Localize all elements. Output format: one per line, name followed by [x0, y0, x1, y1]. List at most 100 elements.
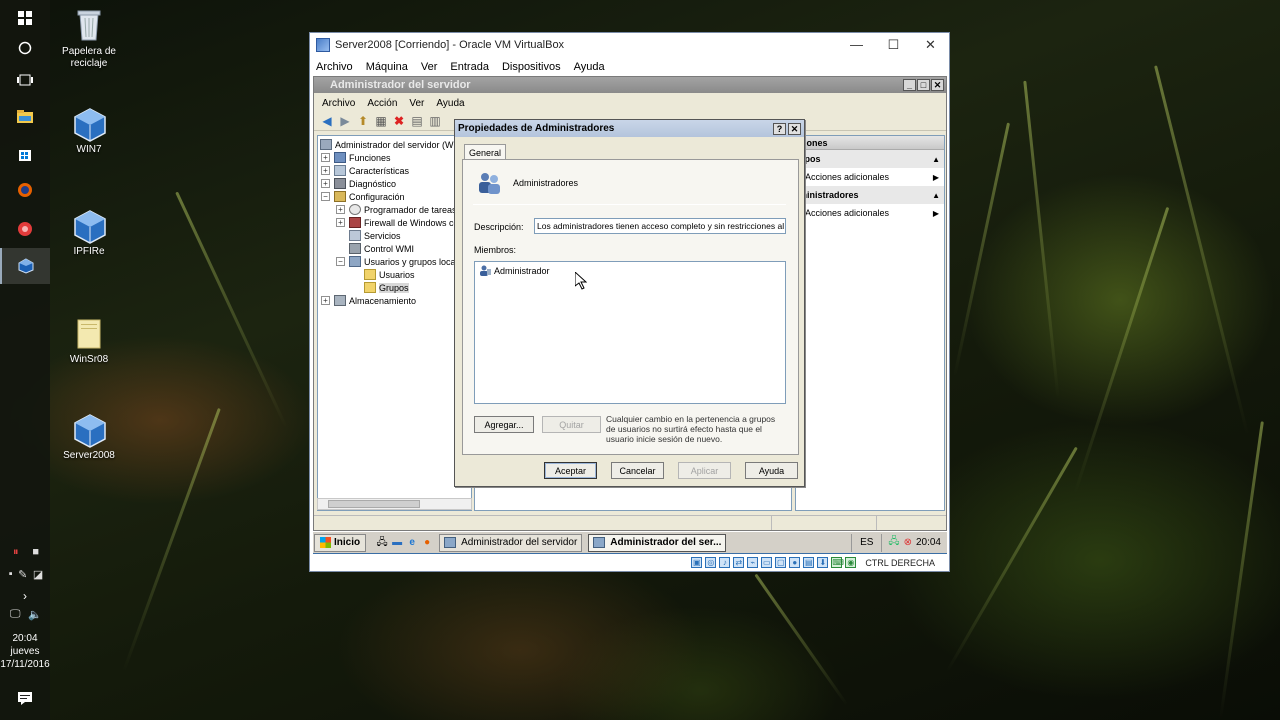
network-icon[interactable]: 🖧 — [888, 534, 899, 551]
server-manager-quick-icon[interactable]: 🖧 — [376, 537, 388, 549]
recorder-icon[interactable] — [0, 211, 50, 247]
minimize-icon[interactable]: — — [838, 37, 875, 53]
tree-item-caracteristicas[interactable]: + Características — [321, 164, 409, 177]
export-list-icon[interactable]: ▥ — [428, 115, 442, 128]
shared-folders-icon[interactable]: ▭ — [761, 557, 773, 568]
action-center-icon[interactable] — [0, 680, 50, 716]
vbox-title-bar[interactable]: Server2008 [Corriendo] - Oracle VM Virtu… — [310, 33, 949, 57]
audio-icon[interactable]: ♪ — [719, 557, 731, 568]
server-manager-title-bar[interactable]: Administrador del servidor _ □ ✕ — [314, 77, 946, 93]
expand-icon[interactable]: + — [321, 166, 330, 175]
keyboard-icon[interactable]: ⌨ — [831, 557, 844, 568]
actions-section-administrators[interactable]: ministradores ▲ — [796, 186, 944, 204]
expand-icon[interactable]: + — [336, 205, 345, 214]
menu-ver[interactable]: Ver — [421, 61, 438, 73]
tree-item-usuarios-grupos[interactable]: − Usuarios y grupos locale — [336, 255, 463, 268]
cancel-button[interactable]: Cancelar — [611, 462, 664, 479]
desktop-icon-recycle-bin[interactable]: Papelera de reciclaje — [49, 8, 129, 70]
expand-icon[interactable]: + — [321, 296, 330, 305]
language-indicator[interactable]: ES — [851, 533, 883, 552]
virtualization-icon[interactable]: ▤ — [803, 557, 815, 568]
expand-icon[interactable]: + — [321, 153, 330, 162]
tree-item-control-wmi[interactable]: Control WMI — [349, 242, 414, 255]
host-clock[interactable]: 20:04 jueves 17/11/2016 — [0, 632, 50, 671]
network-icon[interactable]: 🖵 — [10, 608, 21, 621]
hard-disk-icon[interactable]: ▣ — [691, 557, 703, 568]
menu-entrada[interactable]: Entrada — [450, 61, 489, 73]
description-field[interactable]: Los administradores tienen acceso comple… — [534, 218, 786, 234]
security-alert-icon[interactable]: ⊗ — [904, 537, 912, 548]
minimize-icon[interactable]: _ — [903, 79, 916, 91]
dialog-title-bar[interactable]: Propiedades de Administradores ? ✕ — [455, 120, 804, 137]
pause-record-icon[interactable]: ⏸ — [13, 546, 19, 559]
file-explorer-icon[interactable] — [0, 98, 50, 134]
add-button[interactable]: Agregar... — [474, 416, 534, 433]
task-view-icon[interactable] — [0, 62, 50, 98]
action-more-actions[interactable]: Acciones adicionales ▶ — [796, 168, 944, 186]
guest-task-server-manager-active[interactable]: Administrador del ser... — [588, 533, 727, 552]
up-folder-icon[interactable]: ⬆ — [356, 115, 370, 128]
video-capture-icon[interactable]: ● — [789, 557, 801, 568]
expand-icon[interactable]: + — [336, 218, 345, 227]
menu-ayuda[interactable]: Ayuda — [574, 61, 605, 73]
desktop-icon-server2008[interactable]: Server2008 — [49, 414, 129, 462]
remove-button[interactable]: Quitar — [542, 416, 601, 433]
cortana-search-icon[interactable] — [0, 30, 50, 66]
properties-icon[interactable]: ▤ — [410, 115, 424, 128]
apply-button[interactable]: Aplicar — [678, 462, 731, 479]
close-icon[interactable]: ✕ — [931, 79, 944, 91]
display-icon[interactable]: ▢ — [775, 557, 787, 568]
show-hide-tree-icon[interactable]: ▦ — [374, 115, 388, 128]
delete-icon[interactable]: ✖ — [392, 115, 406, 128]
guest-start-button[interactable]: Inicio — [314, 533, 367, 552]
usb-icon[interactable]: ⌁ — [747, 557, 759, 568]
virtualbox-taskbar-icon[interactable] — [0, 248, 50, 284]
collapse-up-icon[interactable]: ▲ — [932, 191, 940, 200]
show-desktop-icon[interactable]: ▬ — [391, 537, 403, 549]
sm-menu-ayuda[interactable]: Ayuda — [436, 98, 464, 109]
maximize-icon[interactable]: ☐ — [875, 37, 912, 53]
firefox-quick-icon[interactable]: ● — [421, 537, 433, 549]
expand-icon[interactable]: + — [321, 179, 330, 188]
tree-item-programador[interactable]: + Programador de tareas — [336, 203, 457, 216]
menu-maquina[interactable]: Máquina — [366, 61, 408, 73]
desktop-icon-winsr08[interactable]: WinSr08 — [49, 316, 129, 366]
tree-item-almacenamiento[interactable]: + Almacenamiento — [321, 294, 416, 307]
optical-drive-icon[interactable]: ◎ — [705, 557, 717, 568]
guest-clock[interactable]: 🖧 ⊗ 20:04 — [882, 534, 947, 551]
console-tree[interactable]: Administrador del servidor (WIN + Funcio… — [317, 135, 472, 511]
tree-item-funciones[interactable]: + Funciones — [321, 151, 391, 164]
record-controls[interactable]: ⏸ ■ — [6, 546, 46, 559]
tree-item-firewall[interactable]: + Firewall de Windows co — [336, 216, 459, 229]
guest-task-server-manager[interactable]: Administrador del servidor — [439, 533, 583, 552]
internet-explorer-icon[interactable]: e — [406, 537, 418, 549]
tree-item-server-manager[interactable]: Administrador del servidor (WIN — [320, 138, 463, 151]
network-adapter-icon[interactable]: ⇄ — [733, 557, 745, 568]
mouse-integration-icon[interactable]: ⬇ — [817, 557, 829, 568]
tree-item-usuarios[interactable]: Usuarios — [364, 268, 415, 281]
help-button[interactable]: Ayuda — [745, 462, 798, 479]
collapse-icon[interactable]: − — [321, 192, 330, 201]
collapse-up-icon[interactable]: ▲ — [932, 155, 940, 164]
tree-item-diagnostico[interactable]: + Diagnóstico — [321, 177, 396, 190]
firefox-icon[interactable] — [0, 172, 50, 208]
tab-general[interactable]: General — [464, 144, 507, 160]
tree-item-configuracion[interactable]: − Configuración — [321, 190, 405, 203]
sm-menu-accion[interactable]: Acción — [367, 98, 397, 109]
store-icon[interactable] — [0, 136, 50, 172]
help-icon[interactable]: ? — [773, 122, 786, 135]
desktop-icon-win7[interactable]: WIN7 — [49, 108, 129, 156]
collapse-icon[interactable]: − — [336, 257, 345, 266]
maximize-icon[interactable]: □ — [917, 79, 930, 91]
desktop-icon-ipfire[interactable]: IPFIRe — [49, 210, 129, 258]
volume-icon[interactable]: 🔈 — [28, 608, 42, 621]
close-icon[interactable]: ✕ — [912, 37, 949, 53]
host-key-icon[interactable]: ◉ — [845, 557, 857, 568]
tree-item-grupos[interactable]: Grupos — [364, 281, 409, 294]
actions-section-groups[interactable]: upos ▲ — [796, 150, 944, 168]
sm-menu-archivo[interactable]: Archivo — [322, 98, 355, 109]
list-item[interactable]: Administrador — [479, 265, 550, 276]
close-icon[interactable]: ✕ — [788, 122, 801, 135]
forward-icon[interactable]: ▶ — [338, 115, 352, 128]
menu-archivo[interactable]: Archivo — [316, 61, 353, 73]
